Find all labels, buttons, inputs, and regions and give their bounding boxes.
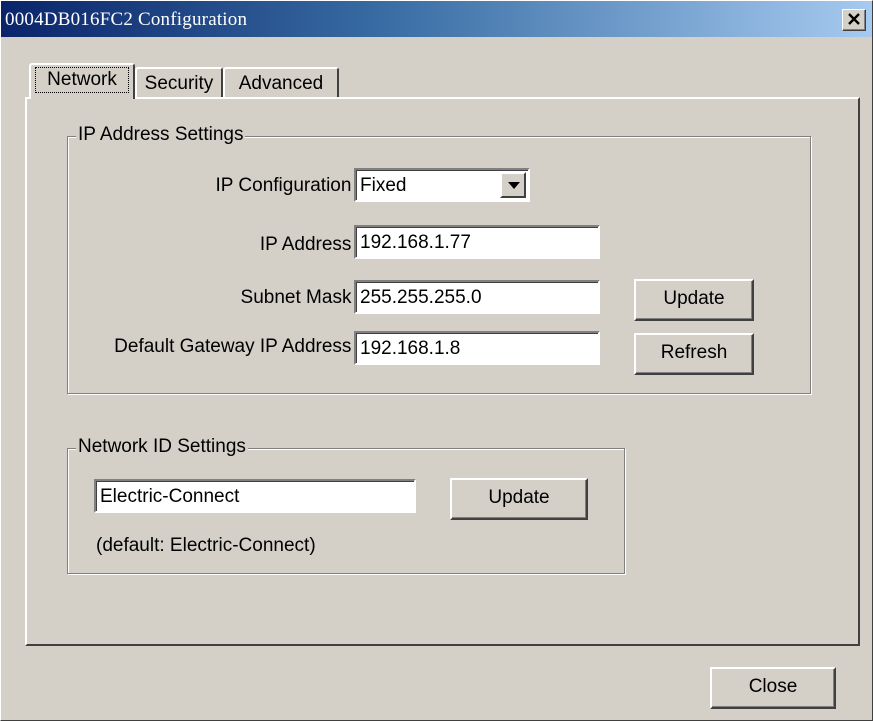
ip-config-dropdown-button[interactable]: [500, 172, 526, 198]
ip-config-select[interactable]: Fixed: [354, 168, 530, 202]
tab-advanced-label: Advanced: [238, 73, 324, 94]
tab-network-label: Network: [47, 69, 117, 90]
gateway-value: 192.168.1.8: [360, 338, 461, 359]
subnet-mask-label: Subnet Mask :: [240, 287, 362, 308]
ip-address-value: 192.168.1.77: [360, 232, 471, 253]
ip-address-input[interactable]: 192.168.1.77: [354, 225, 600, 259]
close-window-button[interactable]: [842, 9, 866, 31]
ip-address-label: IP Address :: [259, 234, 362, 255]
subnet-mask-value: 255.255.255.0: [360, 287, 482, 308]
network-id-update-button[interactable]: Update: [450, 478, 588, 520]
window-title: 0004DB016FC2 Configuration: [5, 9, 248, 30]
ip-update-button[interactable]: Update: [634, 279, 754, 321]
ip-refresh-button[interactable]: Refresh: [634, 333, 754, 375]
title-bar[interactable]: 0004DB016FC2 Configuration: [1, 1, 872, 37]
close-icon: [848, 13, 860, 25]
tab-advanced[interactable]: Advanced: [223, 67, 339, 99]
configuration-window: 0004DB016FC2 Configuration Network Secur…: [0, 0, 873, 721]
chevron-down-icon: [508, 182, 520, 189]
network-id-input[interactable]: Electric-Connect: [94, 479, 416, 513]
tab-security[interactable]: Security: [135, 67, 223, 99]
tab-security-label: Security: [144, 73, 214, 94]
ip-settings-group: IP Address Settings IP Configuration : F…: [67, 124, 811, 394]
network-id-default-note: (default: Electric-Connect): [96, 535, 316, 556]
subnet-mask-input[interactable]: 255.255.255.0: [354, 280, 600, 314]
ip-config-label: IP Configuration :: [215, 175, 362, 196]
gateway-label: Default Gateway IP Address :: [114, 336, 362, 357]
network-id-group: Network ID Settings Electric-Connect Upd…: [67, 436, 625, 574]
close-button[interactable]: Close: [710, 667, 836, 709]
gateway-input[interactable]: 192.168.1.8: [354, 331, 600, 365]
network-id-legend: Network ID Settings: [76, 436, 248, 458]
tab-panel-network: IP Address Settings IP Configuration : F…: [25, 97, 860, 646]
network-id-value: Electric-Connect: [100, 486, 240, 507]
tab-network[interactable]: Network: [29, 63, 135, 99]
ip-settings-legend: IP Address Settings: [76, 124, 246, 146]
ip-config-value: Fixed: [360, 175, 407, 196]
